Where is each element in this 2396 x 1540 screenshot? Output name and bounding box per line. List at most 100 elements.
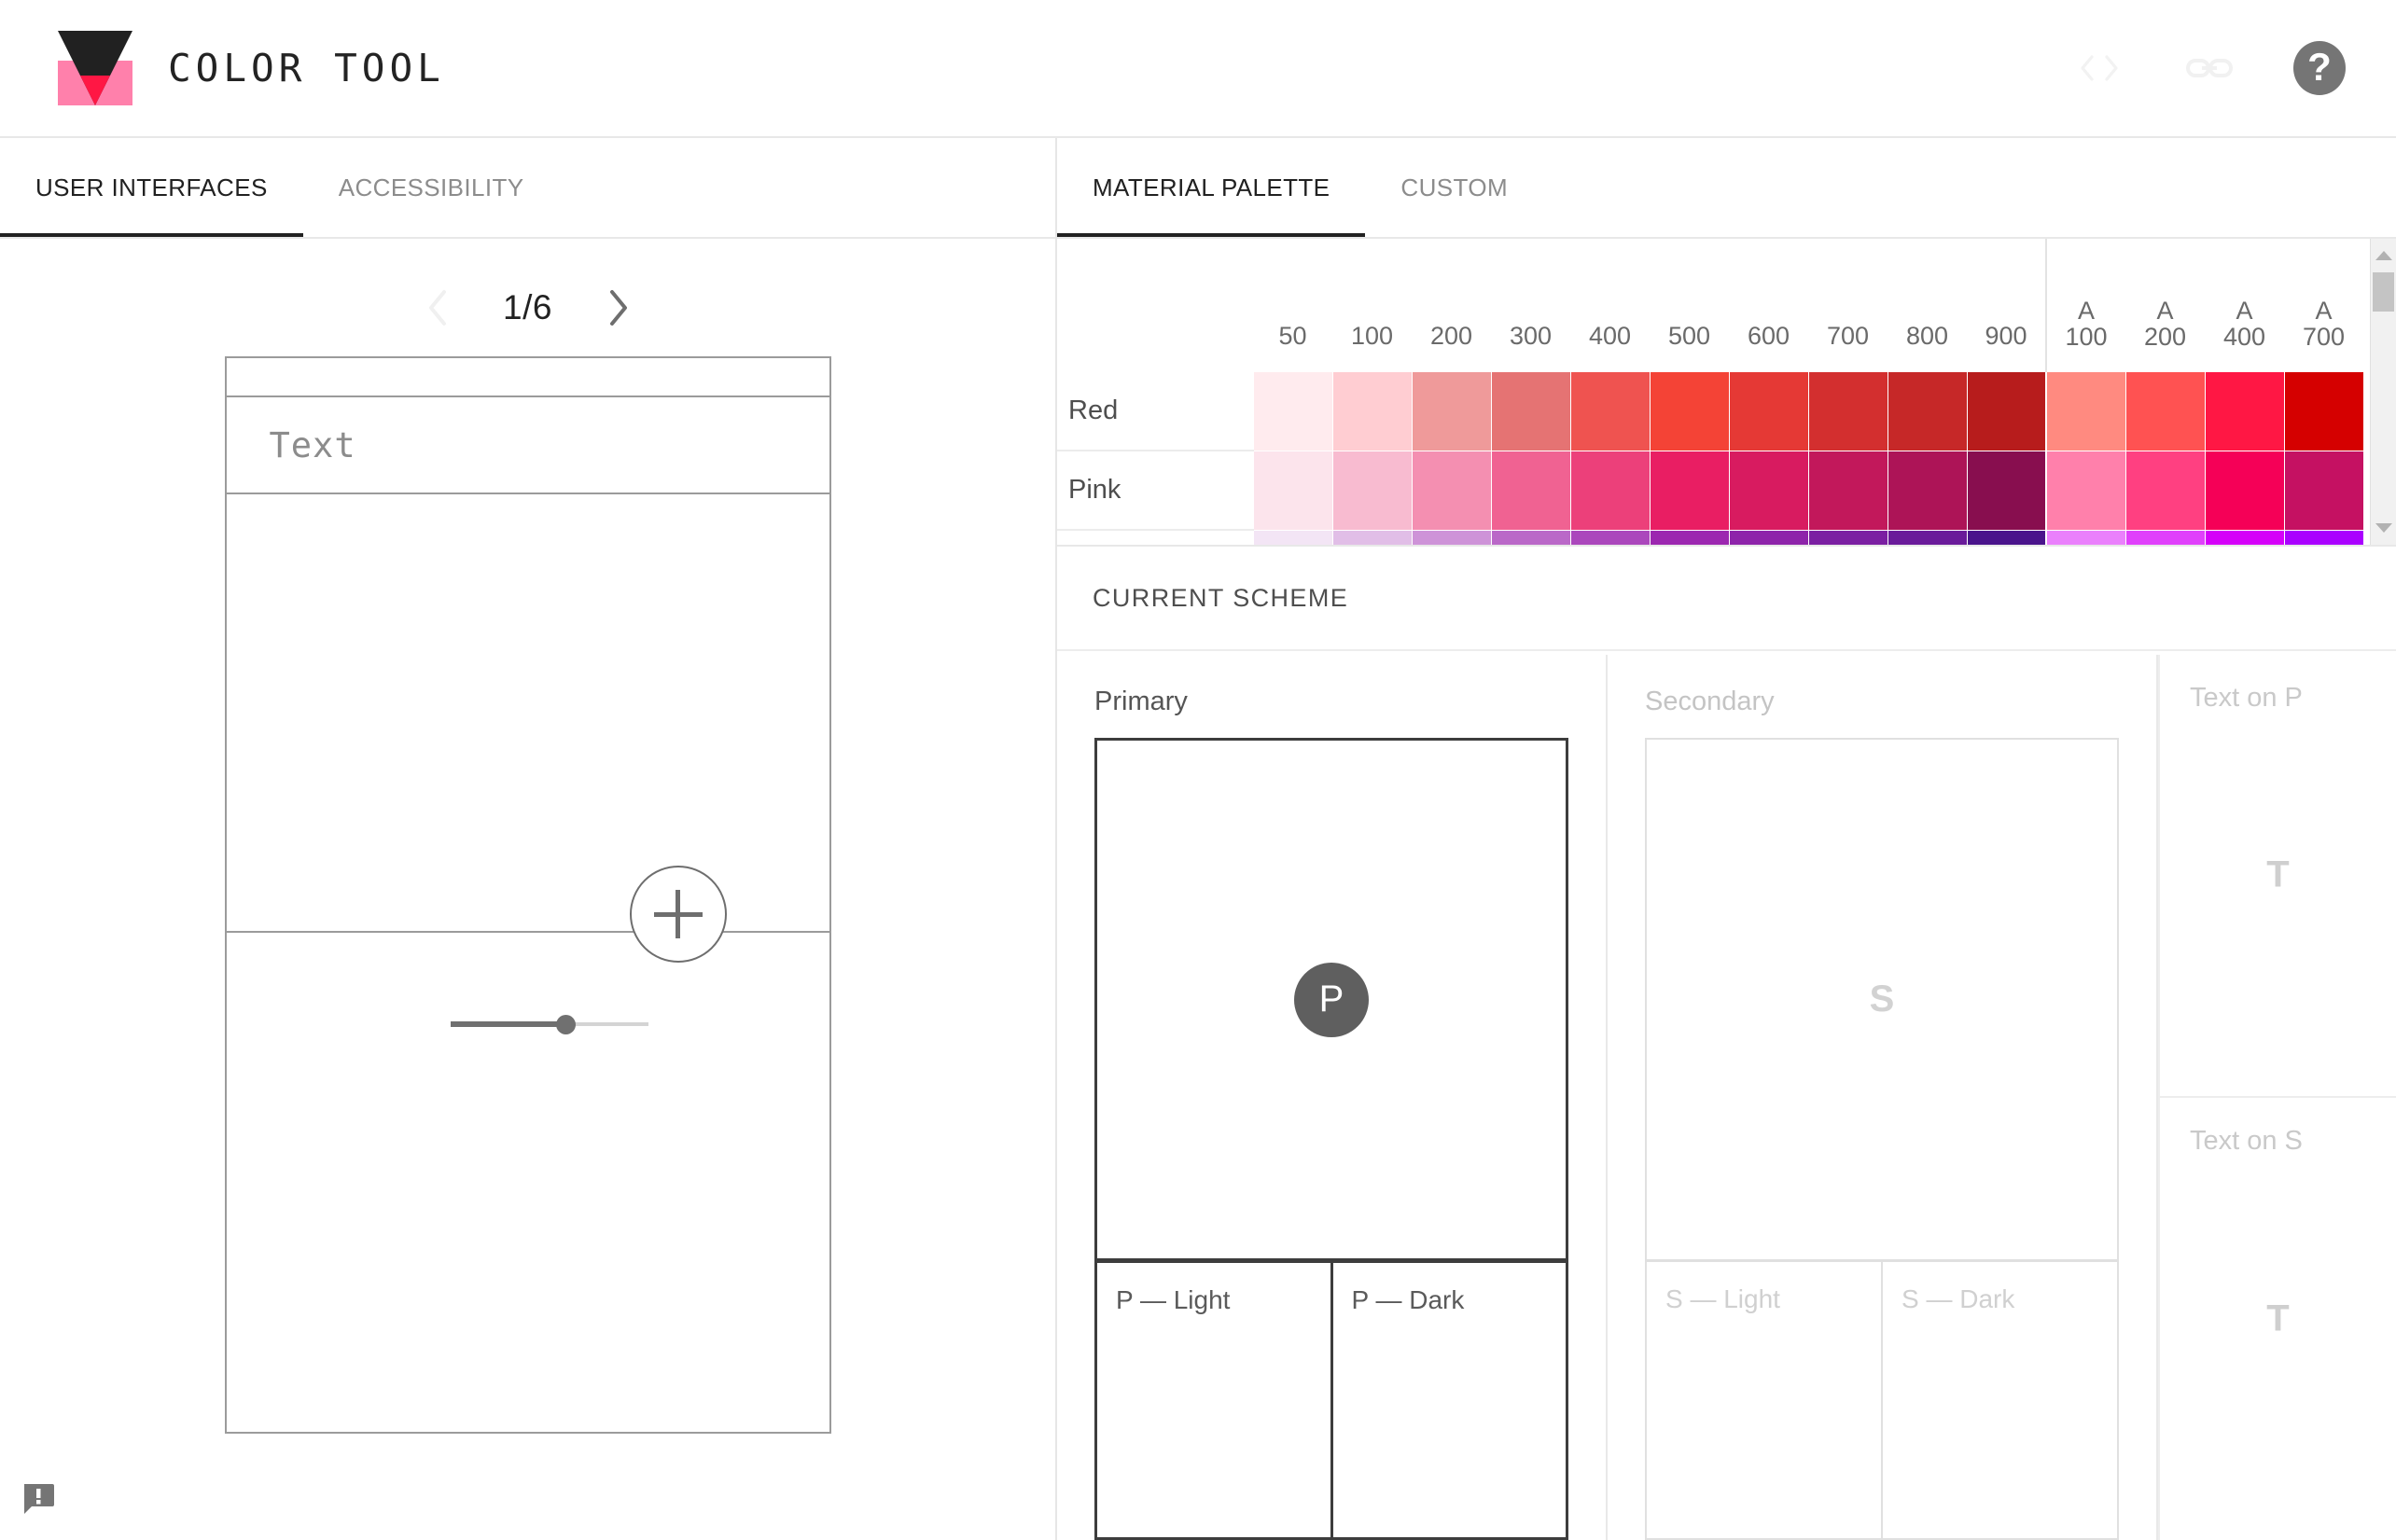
link-icon[interactable] [2183,42,2236,94]
palette-table: 50 100 200 300 400 500 600 700 800 900 A 100 A 200 A 40… [1057,239,2364,545]
palette-swatch-pink-A400[interactable] [2204,450,2285,531]
palette-column-header-900: 900 [1967,239,2046,371]
slider-control[interactable] [450,1010,648,1038]
primary-label: Primary [1094,687,1188,716]
palette-row: Pink [1057,450,2364,531]
palette-row-label-purple: Purple [1057,530,1253,545]
palette-table-viewport: 50 100 200 300 400 500 600 700 800 900 A 100 A 200 A 40… [1057,239,2370,545]
help-button[interactable]: ? [2293,41,2346,95]
palette-swatch-purple-700[interactable] [1807,529,1888,545]
palette-swatch-pink-500[interactable] [1649,450,1730,531]
palette-swatch-purple-500[interactable] [1649,529,1730,545]
palette-swatch-pink-50[interactable] [1252,450,1333,531]
palette-swatch-red-300[interactable] [1490,370,1571,451]
top-app-bar: COLOR TOOL ? [0,0,2396,138]
palette-swatch-purple-400[interactable] [1569,529,1651,545]
palette-swatch-purple-900[interactable] [1966,529,2047,545]
palette-swatch-pink-900[interactable] [1966,450,2047,531]
palette-swatch-red-200[interactable] [1411,370,1492,451]
palette-swatch-pink-A100[interactable] [2045,450,2126,531]
phone-status-bar [226,358,829,397]
scroll-down-arrow-icon[interactable] [2371,515,2396,541]
palette-column-header-100: 100 [1332,239,1412,371]
palette-swatch-purple-300[interactable] [1490,529,1571,545]
palette-swatch-purple-A200[interactable] [2124,529,2206,545]
secondary-light-label: S — Light [1665,1284,1780,1313]
palette-swatch-purple-200[interactable] [1411,529,1492,545]
code-icon[interactable] [2073,42,2125,94]
palette-swatch-purple-A700[interactable] [2283,529,2364,545]
help-icon: ? [2293,41,2346,95]
palette-table-head: 50 100 200 300 400 500 600 700 800 900 A 100 A 200 A 40… [1057,239,2363,371]
text-on-primary-cell[interactable]: Text on P T [2158,655,2396,1098]
phone-content-divider [226,931,829,933]
primary-dark-swatch[interactable]: P — Dark [1330,1260,1568,1540]
prev-page-button[interactable] [416,286,459,329]
palette-swatch-red-A200[interactable] [2124,370,2206,451]
palette-swatch-purple-A100[interactable] [2045,529,2126,545]
palette-swatch-red-100[interactable] [1331,370,1413,451]
phone-app-bar: Text [226,397,829,494]
secondary-dark-swatch[interactable]: S — Dark [1881,1260,2119,1540]
secondary-swatch[interactable]: S [1645,738,2119,1261]
palette-column-header-700: 700 [1808,239,1888,371]
palette-swatch-pink-300[interactable] [1490,450,1571,531]
palette-swatch-purple-100[interactable] [1331,529,1413,545]
primary-swatch[interactable]: P [1094,738,1568,1261]
palette-swatch-purple-800[interactable] [1887,529,1968,545]
palette-swatch-purple-A400[interactable] [2204,529,2285,545]
floating-action-button[interactable] [629,866,727,963]
tab-accessibility[interactable]: ACCESSIBILITY [303,138,560,237]
palette-swatch-red-A700[interactable] [2283,370,2364,451]
palette-column-header-50: 50 [1253,239,1332,371]
slider-track-filled [450,1021,565,1027]
palette-column-header-A400: A 400 [2205,239,2284,371]
text-on-secondary-label: Text on S [2190,1125,2303,1156]
palette-swatch-pink-800[interactable] [1887,450,1968,531]
palette-column-header-A100: A 100 [2045,239,2125,371]
text-colors-column: Text on P T Text on S T [2158,655,2396,1540]
palette-swatch-red-50[interactable] [1252,370,1333,451]
tab-custom[interactable]: CUSTOM [1365,138,1543,237]
palette-swatch-pink-100[interactable] [1331,450,1413,531]
palette-table-body: RedPinkPurple [1057,370,2364,545]
palette-column-header-600: 600 [1729,239,1808,371]
palette-swatch-pink-A200[interactable] [2124,450,2206,531]
tab-material-palette[interactable]: MATERIAL PALETTE [1057,138,1366,237]
current-scheme-body: Primary P P — Light P — Dark Secondary S… [1057,651,2396,1540]
palette-swatch-pink-A700[interactable] [2283,450,2364,531]
text-on-secondary-cell[interactable]: Text on S T [2158,1097,2396,1540]
palette-swatch-purple-50[interactable] [1252,529,1333,545]
palette-swatch-red-A100[interactable] [2045,370,2126,451]
palette-swatch-pink-600[interactable] [1728,450,1809,531]
palette-swatch-pink-200[interactable] [1411,450,1492,531]
preview-tabs: USER INTERFACES ACCESSIBILITY [0,138,1055,239]
text-on-primary-label: Text on P [2190,683,2303,713]
primary-dark-label: P — Dark [1351,1285,1465,1314]
current-scheme-header: CURRENT SCHEME [1057,547,2396,651]
palette-swatch-red-500[interactable] [1649,370,1730,451]
palette-scroll-area: 50 100 200 300 400 500 600 700 800 900 A 100 A 200 A 40… [1057,239,2396,545]
palette-swatch-red-600[interactable] [1728,370,1809,451]
primary-light-swatch[interactable]: P — Light [1094,1260,1333,1540]
slider-thumb[interactable] [555,1015,576,1034]
palette-swatch-red-A400[interactable] [2204,370,2285,451]
palette-swatch-pink-700[interactable] [1807,450,1888,531]
palette-swatch-red-700[interactable] [1807,370,1888,451]
secondary-light-swatch[interactable]: S — Light [1645,1260,1883,1540]
help-glyph: ? [2307,45,2332,89]
next-page-button[interactable] [597,286,640,329]
current-scheme-title: CURRENT SCHEME [1093,583,1349,612]
send-feedback-button[interactable] [17,1477,60,1519]
tab-user-interfaces[interactable]: USER INTERFACES [0,138,303,237]
page-title: COLOR TOOL [168,46,445,90]
palette-row-label-red: Red [1057,371,1253,451]
palette-swatch-red-800[interactable] [1887,370,1968,451]
palette-swatch-pink-400[interactable] [1569,450,1651,531]
scroll-up-arrow-icon[interactable] [2371,243,2396,269]
scrollbar-thumb[interactable] [2373,272,2394,312]
palette-swatch-red-400[interactable] [1569,370,1651,451]
palette-scrollbar[interactable] [2370,239,2396,545]
palette-swatch-purple-600[interactable] [1728,529,1809,545]
palette-swatch-red-900[interactable] [1966,370,2047,451]
